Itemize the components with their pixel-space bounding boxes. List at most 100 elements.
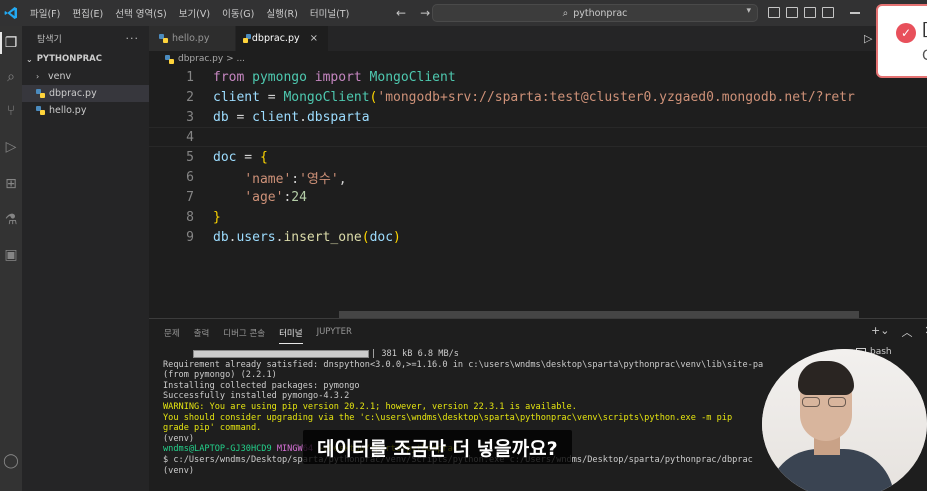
chevron-right-icon: › xyxy=(36,72,40,81)
tree-item-dbprac[interactable]: dbprac.py xyxy=(22,85,149,102)
minimize-icon[interactable] xyxy=(850,12,860,14)
code-line[interactable]: 9 db.users.insert_one(doc) xyxy=(149,227,927,247)
layout-controls xyxy=(768,7,834,18)
menu-item[interactable]: 이동(G) xyxy=(216,6,260,20)
explorer-sidebar: 탐색기 ··· ⌄ PYTHONPRAC › venv dbprac.py he… xyxy=(22,26,149,491)
new-terminal-icon[interactable]: +⌄ xyxy=(871,324,889,340)
maximize-panel-icon[interactable]: ︿ xyxy=(901,324,912,340)
python-file-icon xyxy=(165,54,174,64)
code-line[interactable]: 6 'name':'영수', xyxy=(149,167,927,187)
code-token: = xyxy=(228,109,253,125)
menu-bar: 파일(F) 편집(E) 선택 영역(S) 보기(V) 이동(G) 실행(R) 터미널(T) xyxy=(24,6,355,20)
testing-icon[interactable]: ⚗ xyxy=(3,212,19,228)
breadcrumb-label[interactable]: dbprac.py > ... xyxy=(178,54,245,64)
code-line[interactable]: 3 db = client.dbsparta xyxy=(149,107,927,127)
panel-tab[interactable]: JUPYTER xyxy=(317,327,352,344)
terminal-text: (from pymongo) (2.2.1) xyxy=(163,370,277,381)
remote-explorer-icon[interactable]: ▣ xyxy=(3,247,19,263)
code-token: MongoClient xyxy=(361,69,456,85)
code-token: '영수' xyxy=(299,171,339,187)
search-icon[interactable]: ⌕ xyxy=(3,69,19,85)
panel-tab[interactable]: 출력 xyxy=(194,327,210,344)
code-line[interactable]: 2 client = MongoClient('mongodb+srv://spa… xyxy=(149,87,927,107)
panel-tab[interactable]: 터미널 xyxy=(279,327,303,344)
back-arrow-icon[interactable]: ← xyxy=(396,6,406,20)
code-line[interactable]: 7 'age':24 xyxy=(149,187,927,207)
python-file-icon xyxy=(243,34,251,43)
toggle-panel-icon[interactable] xyxy=(786,7,798,18)
code-line[interactable]: 1 from pymongo import MongoClient xyxy=(149,67,927,87)
toggle-sidebar-icon[interactable] xyxy=(768,7,780,18)
close-icon[interactable]: × xyxy=(310,33,318,44)
toast-subtitle: C xyxy=(922,48,927,64)
toast-title: [ xyxy=(922,20,927,40)
more-actions-icon[interactable]: ··· xyxy=(126,32,140,45)
code-token: : xyxy=(291,171,300,187)
terminal-text: grade pip' command. xyxy=(163,423,262,434)
workspace-folder[interactable]: ⌄ PYTHONPRAC xyxy=(22,50,149,68)
horizontal-scrollbar[interactable] xyxy=(339,311,859,318)
code-editor[interactable]: 1 from pymongo import MongoClient 2 client … xyxy=(149,67,927,318)
run-python-file-icon[interactable]: ▷ xyxy=(864,32,872,45)
menu-item[interactable]: 보기(V) xyxy=(173,6,216,20)
tab-hello-py[interactable]: hello.py xyxy=(149,26,235,51)
extensions-icon[interactable]: ⊞ xyxy=(3,176,19,192)
tree-item-label: venv xyxy=(48,71,72,82)
webcam-overlay xyxy=(762,349,927,491)
menu-item[interactable]: 터미널(T) xyxy=(304,6,355,20)
line-number: 4 xyxy=(186,129,194,145)
python-file-icon xyxy=(159,34,168,43)
notification-toast[interactable]: ✓ [ C xyxy=(876,4,927,78)
code-token: db xyxy=(213,229,229,245)
code-token: 'mongodb+srv://sparta:test@cluster0.yzga… xyxy=(377,89,855,105)
toggle-secondary-sidebar-icon[interactable] xyxy=(804,7,816,18)
menu-item[interactable]: 선택 영역(S) xyxy=(109,6,172,20)
tab-label: dbprac.py xyxy=(251,33,300,44)
account-icon[interactable]: ◯ xyxy=(3,453,19,469)
code-token: , xyxy=(338,171,347,187)
panel-tab[interactable]: 문제 xyxy=(164,327,180,344)
terminal-text: Installing collected packages: pymongo xyxy=(163,380,360,391)
customize-layout-icon[interactable] xyxy=(822,7,834,18)
code-token: MongoClient xyxy=(283,89,370,105)
forward-arrow-icon[interactable]: → xyxy=(420,6,430,20)
tree-item-hello[interactable]: hello.py xyxy=(22,102,149,119)
code-token: = xyxy=(259,89,284,105)
command-center-search[interactable]: ⌕ pythonprac ▾ xyxy=(432,4,758,22)
source-control-icon[interactable]: ⑂ xyxy=(3,103,19,119)
tree-item-venv[interactable]: › venv xyxy=(22,68,149,85)
code-text: db = client.dbsparta xyxy=(213,110,370,125)
code-token: doc xyxy=(213,149,237,165)
run-debug-icon[interactable]: ▷ xyxy=(3,139,19,155)
menu-item[interactable]: 실행(R) xyxy=(260,6,304,20)
code-token: { xyxy=(259,149,268,165)
code-token: insert_one xyxy=(283,229,362,245)
code-token: dbsparta xyxy=(306,109,370,125)
menu-item[interactable]: 파일(F) xyxy=(24,6,66,20)
menu-item[interactable]: 편집(E) xyxy=(66,6,109,20)
video-subtitle: 데이터를 조금만 더 넣을까요? xyxy=(303,430,572,464)
code-text: 'age':24 xyxy=(213,190,307,205)
explorer-icon[interactable]: ❐ xyxy=(0,32,19,54)
activity-bar: ❐ ⌕ ⑂ ▷ ⊞ ⚗ ▣ ◯ xyxy=(0,26,22,491)
search-icon: ⌕ xyxy=(562,7,569,19)
code-token: 24 xyxy=(291,189,307,205)
code-token: client xyxy=(213,89,260,105)
terminal-text: (venv) xyxy=(163,433,195,444)
code-token: ) xyxy=(393,229,401,245)
tab-dbprac-py[interactable]: dbprac.py × xyxy=(236,26,328,51)
code-token: db xyxy=(213,109,229,125)
code-line[interactable]: 5 doc = { xyxy=(149,147,927,167)
code-line[interactable]: 4 xyxy=(149,127,927,147)
code-token: users xyxy=(236,229,276,245)
tab-label: hello.py xyxy=(172,33,210,44)
panel-tab[interactable]: 디버그 콘솔 xyxy=(223,327,265,344)
code-line[interactable]: 8} xyxy=(149,207,927,227)
terminal-text: Successfully installed pymongo-4.3.2 xyxy=(163,391,350,402)
check-icon: ✓ xyxy=(896,23,916,43)
terminal-text: Requirement already satisfied: dnspython… xyxy=(163,359,764,370)
code-token: ( xyxy=(361,229,370,245)
code-text: 'name':'영수', xyxy=(213,168,347,187)
explorer-header: 탐색기 ··· xyxy=(22,26,149,50)
chevron-down-icon[interactable]: ▾ xyxy=(746,6,751,16)
